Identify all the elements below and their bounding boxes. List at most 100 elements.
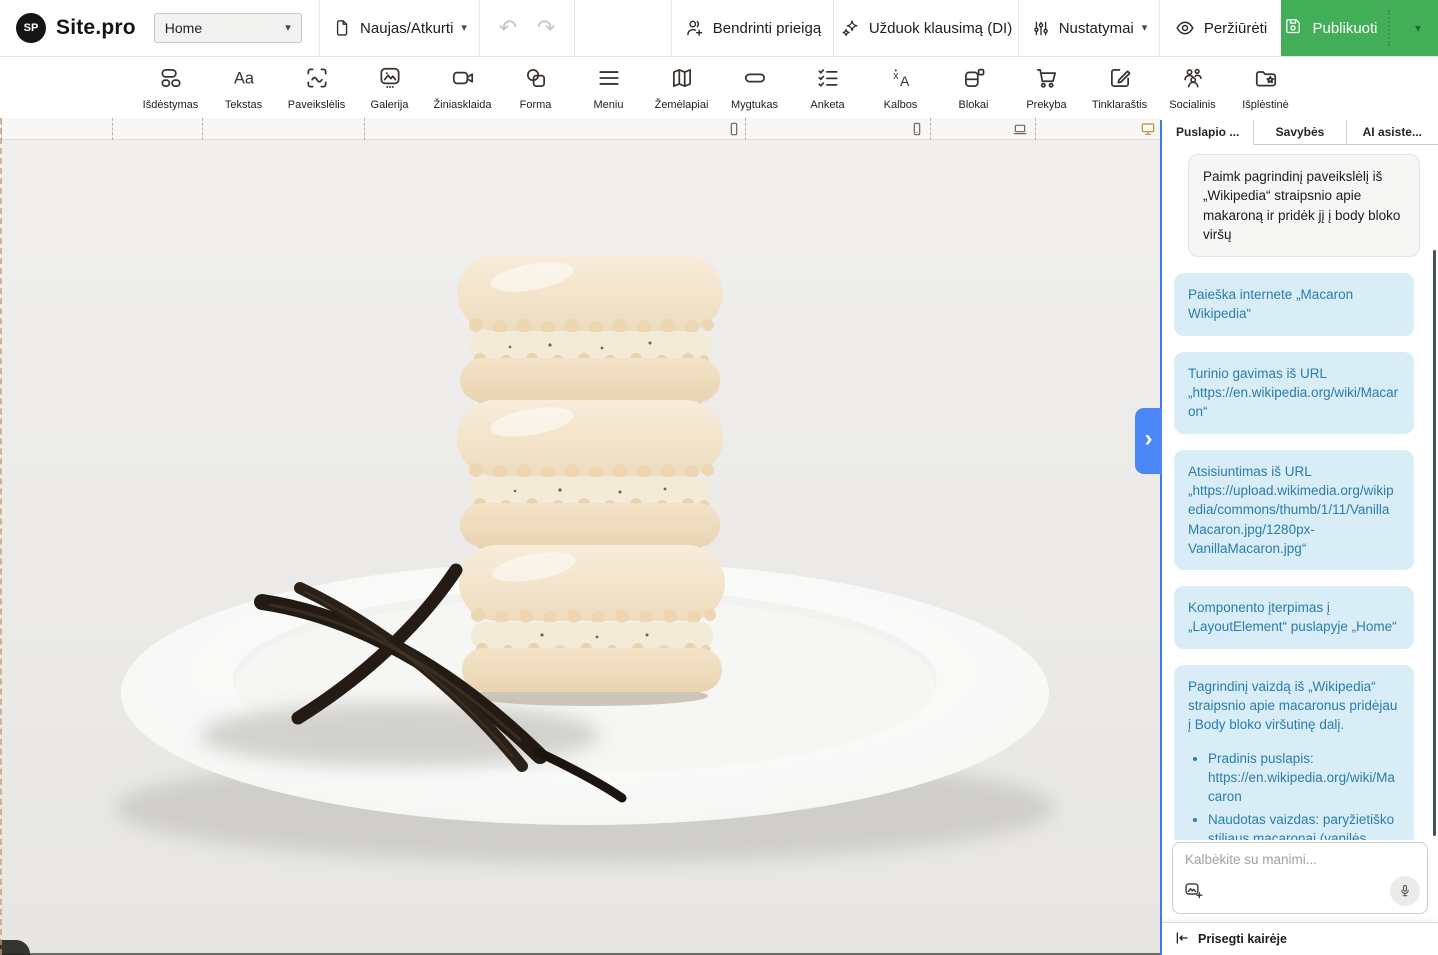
topbar: SP Site.pro Home ▾ Naujas/Atkurti ▾ ↶ ↷ — [0, 0, 1438, 57]
pin-left-button[interactable]: Prisegti kairėje — [1162, 922, 1438, 955]
tool-button[interactable]: Mygtukas — [718, 60, 791, 116]
tool-maps[interactable]: Žemėlapiai — [645, 60, 718, 116]
sparkles-icon — [840, 18, 861, 39]
pencil-square-icon — [1107, 65, 1133, 96]
tool-gallery[interactable]: Galerija — [353, 60, 426, 116]
panel-collapse-button[interactable]: › — [1135, 408, 1162, 474]
tool-image[interactable]: Paveikslėlis — [280, 60, 353, 116]
publish-dropdown-button[interactable]: ▾ — [1398, 0, 1438, 56]
text-icon: Aa — [231, 65, 257, 96]
eye-icon — [1174, 17, 1196, 39]
chat-scrollbar[interactable] — [1433, 250, 1436, 836]
undo-button[interactable]: ↶ — [499, 17, 517, 39]
brand-name: Site.pro — [56, 16, 136, 40]
tab-page[interactable]: Puslapio ... — [1162, 120, 1254, 145]
publish-label: Publikuoti — [1312, 20, 1377, 37]
tool-shape[interactable]: Forma — [499, 60, 572, 116]
tool-survey[interactable]: Anketa — [791, 60, 864, 116]
ruler-dash — [112, 118, 113, 140]
new-restore-button[interactable]: Naujas/Atkurti ▾ — [320, 0, 480, 56]
tool-layout[interactable]: Išdėstymas — [134, 60, 207, 116]
page-canvas — [0, 140, 1160, 955]
svg-text:A: A — [899, 73, 909, 89]
publish-divider — [1388, 10, 1390, 46]
pin-left-icon — [1174, 930, 1190, 949]
tool-menu[interactable]: Meniu — [572, 60, 645, 116]
caret-down-icon: ▾ — [285, 23, 291, 34]
breakpoint-ruler — [0, 118, 1160, 140]
preview-button[interactable]: Peržiūrėti — [1160, 0, 1281, 56]
share-access-button[interactable]: Bendrinti prieigą — [672, 0, 834, 56]
tool-blocks[interactable]: Blokai — [937, 60, 1010, 116]
tool-languages[interactable]: x A Kalbos — [864, 60, 937, 116]
settings-button[interactable]: Nustatymai ▾ — [1019, 0, 1160, 56]
save-icon — [1283, 16, 1303, 40]
media-icon — [450, 65, 476, 96]
svg-text:x: x — [893, 70, 899, 82]
tab-properties[interactable]: Savybės — [1254, 120, 1346, 145]
ruler-dash — [930, 118, 931, 140]
image-icon — [304, 65, 330, 96]
canvas-image-macarons[interactable] — [0, 140, 1160, 955]
mobile-icon[interactable] — [909, 121, 925, 137]
chat-input[interactable] — [1173, 843, 1427, 887]
ruler-dash — [364, 118, 365, 140]
result-bullet-list: Pradinis puslapis: https://en.wikipedia.… — [1188, 749, 1400, 840]
pin-left-label: Prisegti kairėje — [1198, 932, 1287, 946]
mic-button[interactable] — [1390, 876, 1420, 906]
right-panel: Puslapio ... Savybės AI asiste... Paimk … — [1160, 120, 1438, 955]
ask-ai-button[interactable]: Užduok klausimą (DI) — [834, 0, 1019, 56]
tool-media[interactable]: Žiniasklaida — [426, 60, 499, 116]
tool-blog[interactable]: Tinklaraštis — [1083, 60, 1156, 116]
site-pro-builder: SP Site.pro Home ▾ Naujas/Atkurti ▾ ↶ ↷ — [0, 0, 1438, 955]
panel-tabs: Puslapio ... Savybės AI asiste... — [1162, 120, 1438, 145]
document-icon — [332, 17, 352, 39]
folder-star-icon — [1253, 65, 1279, 96]
caret-down-icon: ▾ — [1415, 21, 1421, 35]
desktop-icon[interactable] — [1140, 121, 1156, 137]
publish-button[interactable]: Publikuoti ▾ — [1281, 0, 1438, 56]
canvas-left-guide — [0, 118, 2, 955]
sitepro-logo: SP — [16, 13, 46, 43]
tool-text[interactable]: Aa Paveikslėlis Tekstas — [207, 60, 280, 116]
publish-main[interactable]: Publikuoti — [1281, 0, 1380, 56]
logo-glyph: SP — [24, 22, 39, 34]
component-toolbar: Išdėstymas Aa Paveikslėlis Tekstas Pavei… — [0, 58, 1438, 118]
ruler-dash — [745, 118, 746, 140]
tool-social[interactable]: Socialinis — [1156, 60, 1229, 116]
maps-icon — [669, 65, 695, 96]
ask-ai-label: Užduok klausimą (DI) — [869, 20, 1012, 37]
chevron-right-icon: › — [1145, 425, 1153, 453]
phone-icon[interactable] — [726, 121, 742, 137]
preview-label: Peržiūrėti — [1204, 20, 1267, 37]
new-restore-label: Naujas/Atkurti — [360, 20, 453, 37]
page-selector[interactable]: Home ▾ — [154, 13, 302, 43]
chat-message-action: Komponento įterpimas į „LayoutElement“ p… — [1174, 586, 1414, 649]
ruler-dash — [1035, 118, 1036, 140]
cart-icon — [1034, 65, 1060, 96]
svg-text:Aa: Aa — [234, 69, 255, 87]
button-icon — [742, 65, 768, 96]
chat-message-action: Atsisiuntimas iš URL „https://upload.wik… — [1174, 450, 1414, 570]
chat-input-box — [1172, 842, 1428, 914]
brand-section: SP Site.pro Home ▾ — [0, 0, 320, 56]
topbar-spacer — [575, 0, 672, 56]
sliders-icon — [1031, 18, 1051, 39]
chat-message-user: Paimk pagrindinį paveikslėlį iš „Wikiped… — [1188, 154, 1420, 257]
person-plus-icon — [684, 17, 705, 39]
laptop-icon[interactable] — [1012, 121, 1028, 137]
layout-icon — [158, 65, 184, 96]
blocks-icon — [961, 65, 987, 96]
caret-down-icon: ▾ — [461, 23, 467, 34]
people-icon — [1180, 65, 1206, 96]
ruler-dash — [202, 118, 203, 140]
tab-ai-assistant[interactable]: AI asiste... — [1347, 120, 1438, 145]
attach-image-button[interactable] — [1183, 880, 1204, 906]
chat-message-action: Turinio gavimas iš URL „https://en.wikip… — [1174, 352, 1414, 434]
tool-advanced[interactable]: Išplėstinė — [1229, 60, 1302, 116]
menu-icon — [596, 65, 622, 96]
redo-button[interactable]: ↷ — [537, 17, 555, 39]
tool-commerce[interactable]: Prekyba — [1010, 60, 1083, 116]
chat-message-action: Paieška internete „Macaron Wikipedia“ — [1174, 273, 1414, 336]
languages-icon: x A — [888, 65, 914, 96]
